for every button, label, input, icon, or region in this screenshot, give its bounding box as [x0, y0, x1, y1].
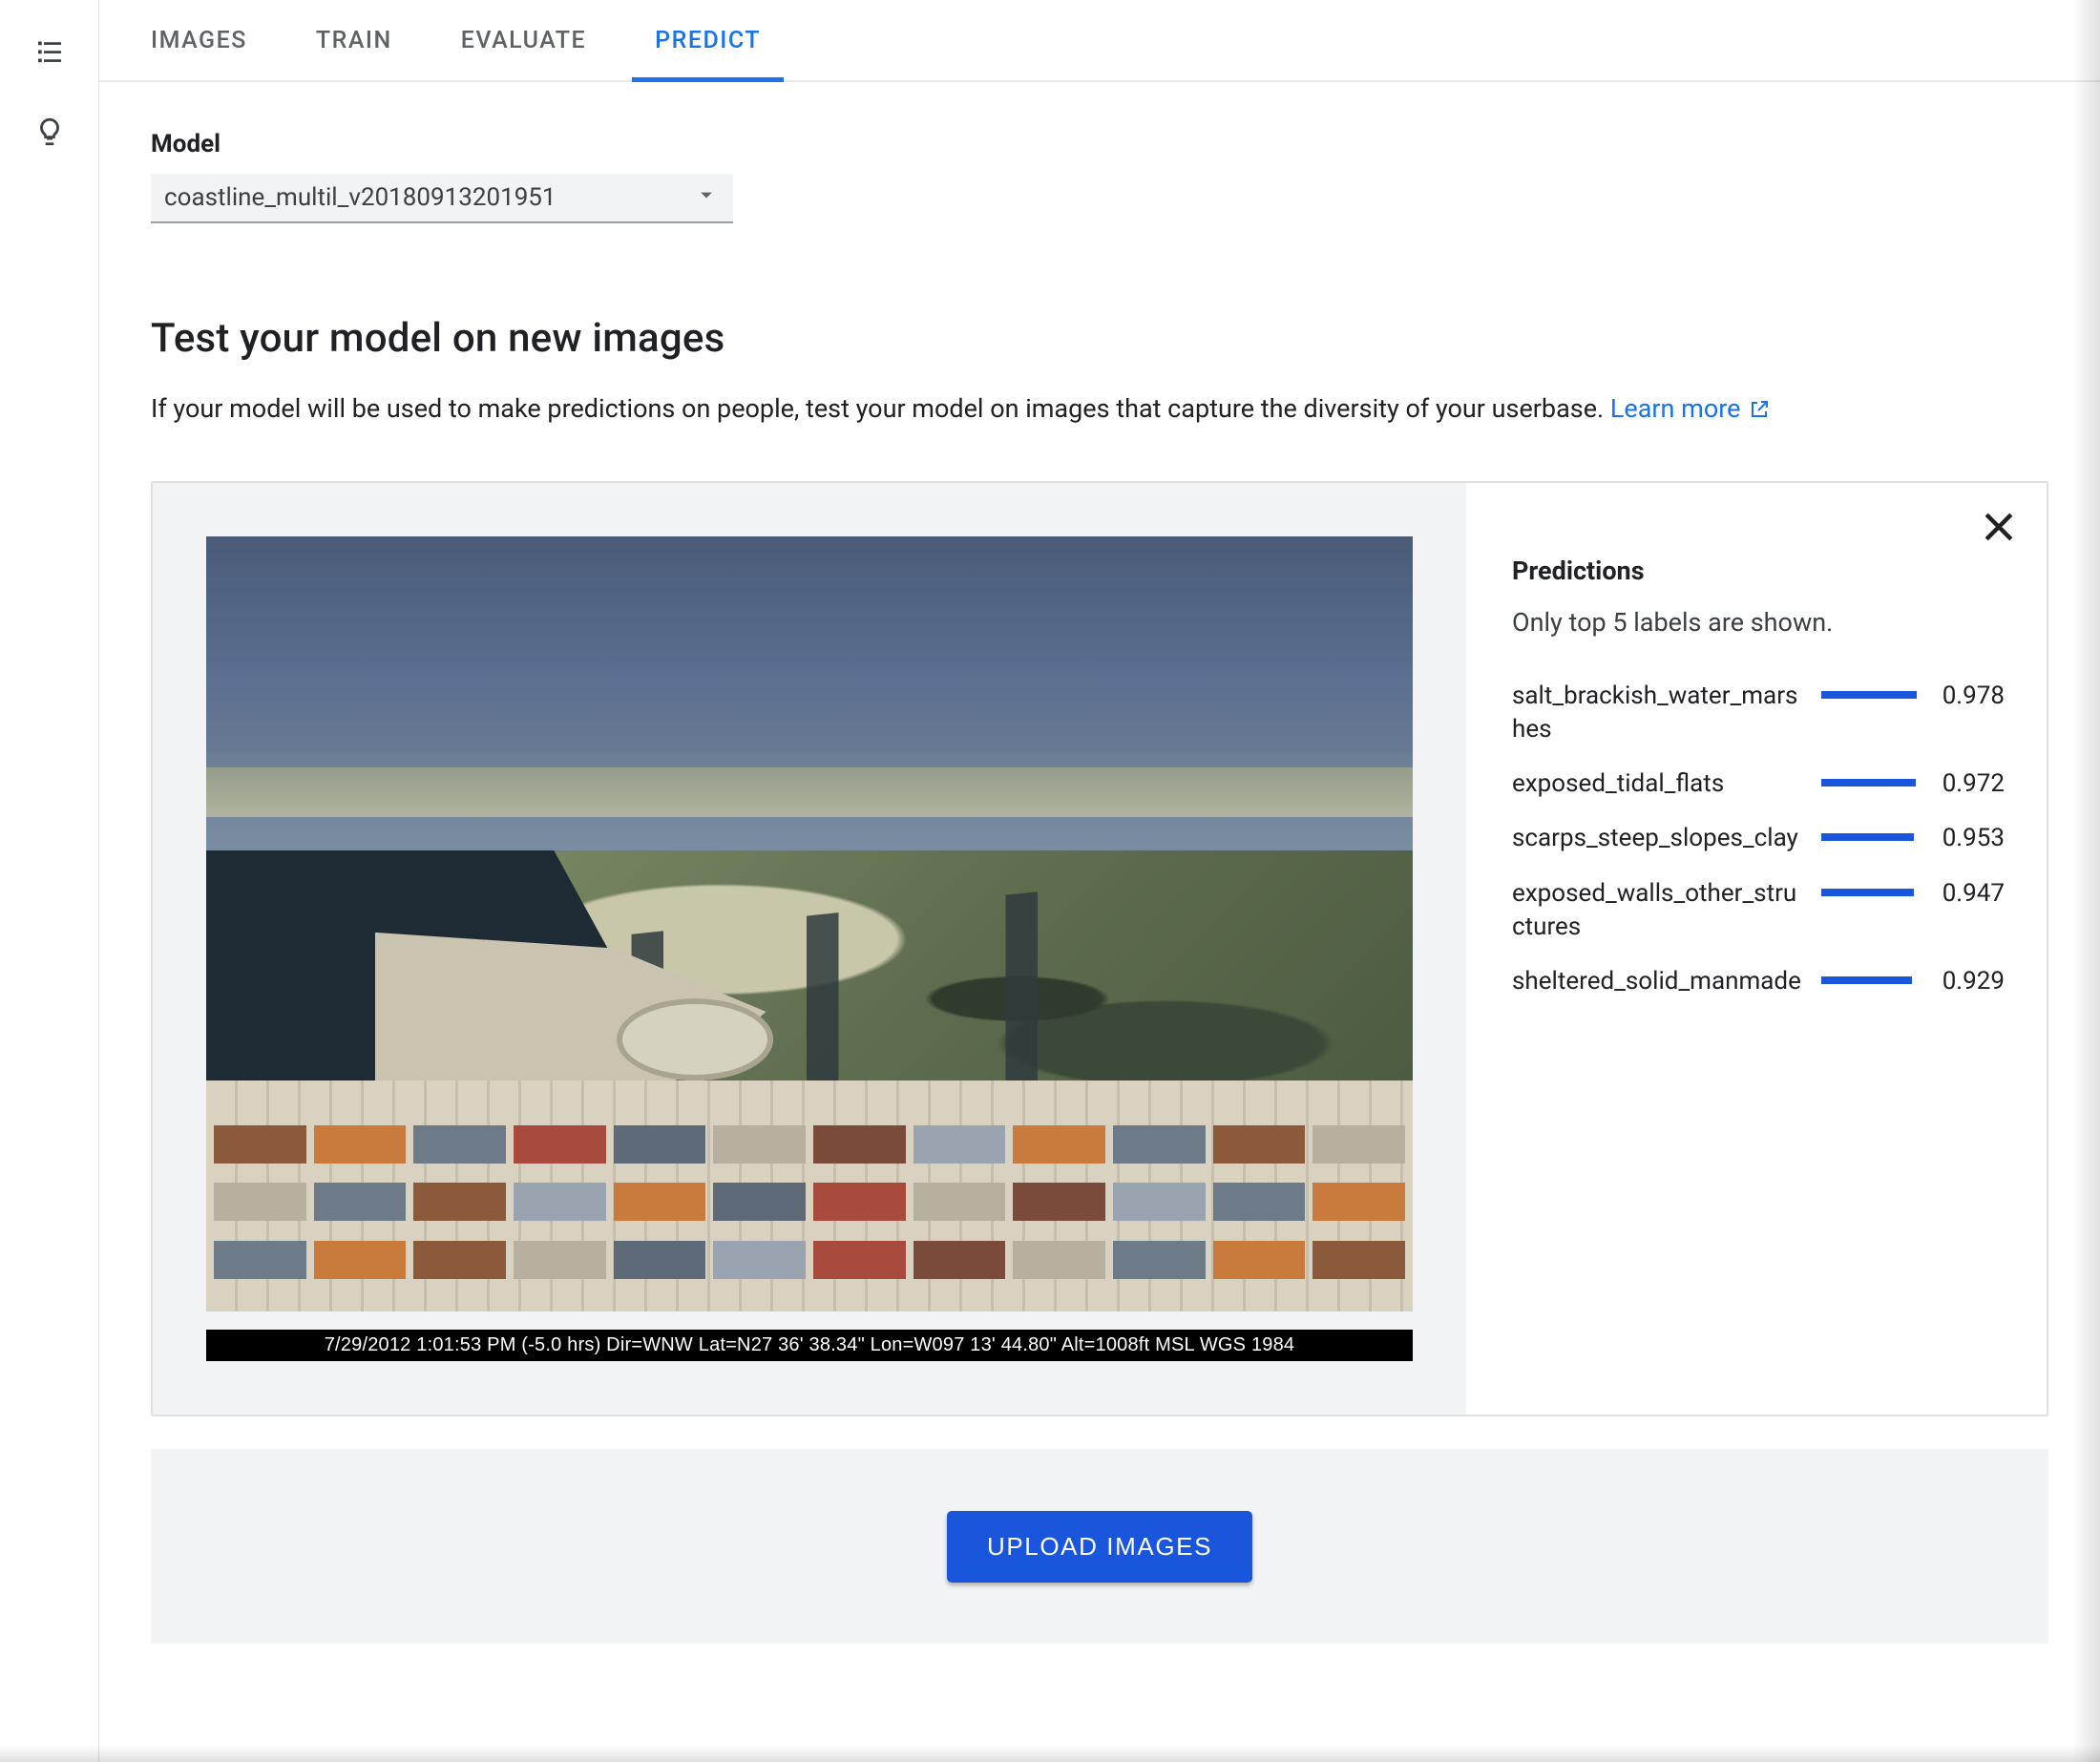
section-title: Test your model on new images: [151, 315, 2048, 362]
prediction-bar: [1821, 691, 1919, 699]
tab-train[interactable]: TRAIN: [316, 0, 392, 80]
upload-images-button[interactable]: UPLOAD IMAGES: [947, 1511, 1252, 1583]
prediction-bar: [1821, 779, 1919, 787]
prediction-bar: [1821, 833, 1919, 841]
prediction-row: sheltered_solid_manmade 0.929: [1512, 965, 2005, 998]
tab-bar: IMAGES TRAIN EVALUATE PREDICT: [99, 0, 2100, 82]
prediction-row: salt_brackish_water_marshes 0.978: [1512, 680, 2005, 746]
test-image: 7/29/2012 1:01:53 PM (-5.0 hrs) Dir=WNW …: [206, 536, 1413, 1361]
section-hint: If your model will be used to make predi…: [151, 388, 2048, 430]
prediction-label: salt_brackish_water_marshes: [1512, 680, 1804, 746]
prediction-score: 0.947: [1936, 879, 2005, 908]
model-field-label: Model: [151, 130, 2048, 158]
prediction-panel: 7/29/2012 1:01:53 PM (-5.0 hrs) Dir=WNW …: [151, 481, 2048, 1416]
close-icon[interactable]: [1978, 506, 2020, 548]
prediction-score: 0.953: [1936, 824, 2005, 852]
tab-evaluate[interactable]: EVALUATE: [461, 0, 586, 80]
prediction-score: 0.972: [1936, 769, 2005, 798]
prediction-bar: [1821, 976, 1919, 984]
predictions-subtitle: Only top 5 labels are shown.: [1512, 607, 2005, 638]
prediction-label: exposed_tidal_flats: [1512, 767, 1804, 801]
list-icon[interactable]: [27, 29, 73, 74]
prediction-label: sheltered_solid_manmade: [1512, 965, 1804, 998]
prediction-row: scarps_steep_slopes_clay 0.953: [1512, 822, 2005, 855]
prediction-score: 0.929: [1936, 967, 2005, 996]
chevron-down-icon: [693, 181, 720, 215]
image-preview-area: 7/29/2012 1:01:53 PM (-5.0 hrs) Dir=WNW …: [153, 483, 1466, 1415]
tab-predict[interactable]: PREDICT: [655, 0, 761, 80]
tab-images[interactable]: IMAGES: [151, 0, 247, 80]
lightbulb-icon[interactable]: [27, 109, 73, 155]
open-in-new-icon: [1748, 398, 1771, 421]
prediction-score: 0.978: [1936, 682, 2005, 710]
prediction-label: scarps_steep_slopes_clay: [1512, 822, 1804, 855]
upload-area: UPLOAD IMAGES: [151, 1449, 2048, 1644]
model-select[interactable]: coastline_multil_v20180913201951: [151, 174, 733, 223]
prediction-row: exposed_tidal_flats 0.972: [1512, 767, 2005, 801]
prediction-row: exposed_walls_other_structures 0.947: [1512, 877, 2005, 944]
predictions-title: Predictions: [1512, 556, 2005, 586]
model-selected-value: coastline_multil_v20180913201951: [164, 183, 556, 212]
side-rail: [0, 0, 99, 1762]
predictions-sidebar: Predictions Only top 5 labels are shown.…: [1466, 483, 2047, 1415]
learn-more-link[interactable]: Learn more: [1610, 388, 1772, 430]
prediction-label: exposed_walls_other_structures: [1512, 877, 1804, 944]
image-caption: 7/29/2012 1:01:53 PM (-5.0 hrs) Dir=WNW …: [206, 1330, 1413, 1361]
prediction-bar: [1821, 889, 1919, 896]
